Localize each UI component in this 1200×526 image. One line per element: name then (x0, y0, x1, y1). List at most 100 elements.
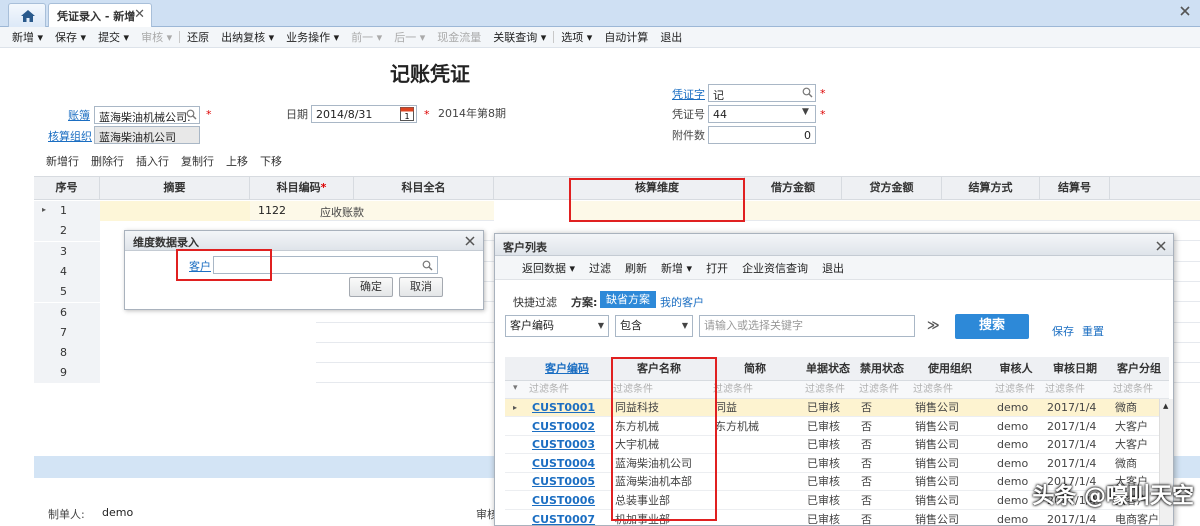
scheme-mine-link[interactable]: 我的客户 (660, 294, 704, 310)
voucher-word-label[interactable]: 凭证字 (672, 86, 705, 102)
column-filter-input[interactable]: 过滤条件 (1109, 381, 1169, 399)
reset-link[interactable]: 重置 (1082, 323, 1104, 339)
required-mark: * (820, 108, 826, 121)
grid-header-label: 科目全名 (401, 181, 446, 194)
column-filter-input[interactable]: 过滤条件 (525, 381, 609, 399)
filter-keyword-input[interactable]: 请输入或选择关键字 (699, 315, 915, 337)
column-filter-input[interactable]: 过滤条件 (1041, 381, 1109, 399)
filter-icon[interactable]: ▾ (513, 383, 518, 393)
entry-toolbar-item[interactable]: 复制行 (175, 153, 220, 169)
customer-toolbar-item[interactable]: 退出 (815, 260, 851, 276)
column-filter-input[interactable]: 过滤条件 (909, 381, 991, 399)
main-toolbar: 新增 ▾ 保存 ▾ 提交 ▾ 审核 ▾ 还原 出纳复核 ▾ 业务操作 ▾ 前一 ▾ 后一 ▾ 现金… (0, 27, 1200, 48)
grid-header-label: 借方金额 (771, 181, 815, 194)
customer-cell-short (715, 492, 807, 510)
voucher-word-input[interactable]: 记 (708, 84, 816, 102)
customer-row[interactable]: CUST0004 蓝海柴油机公司 已审核否销售公司 demo 2017/1/4 微商 (505, 455, 1169, 473)
filter-field-select[interactable]: 客户编码 ▼ (505, 315, 609, 337)
save-link[interactable]: 保存 (1052, 323, 1074, 339)
toolbar-item[interactable]: 保存 ▾ (49, 29, 92, 45)
toolbar-item[interactable]: 退出 (654, 29, 688, 45)
toolbar-item[interactable]: 提交 ▾ (92, 29, 135, 45)
toolbar-item[interactable]: 业务操作 ▾ (280, 29, 345, 45)
voucher-no-input[interactable]: 44 (708, 105, 816, 123)
chevron-down-icon[interactable]: ▼ (802, 107, 809, 117)
column-filter-input[interactable]: 过滤条件 (709, 381, 801, 399)
row-number: 5 (34, 282, 100, 303)
summary-cell[interactable] (100, 343, 316, 364)
customer-col-header[interactable]: 客户编码 (525, 357, 609, 381)
customer-toolbar-item[interactable]: 企业资信查询 (735, 260, 815, 276)
ok-button[interactable]: 确定 (349, 277, 393, 297)
summary-cell[interactable] (100, 201, 250, 221)
close-icon[interactable]: ✕ (134, 7, 145, 22)
maker-value: demo (102, 506, 134, 519)
customer-toolbar-item[interactable]: 过滤 (582, 260, 618, 276)
toolbar-item[interactable]: 还原 (181, 29, 215, 45)
customer-cell-date: 2017/1/4 (1047, 401, 1097, 414)
customer-cell-short: 同益 (715, 401, 737, 414)
customer-cell-code[interactable]: CUST0005 (532, 473, 616, 491)
toolbar-item[interactable]: 出纳复核 ▾ (215, 29, 280, 45)
customer-cell-org: 销售公司 (915, 456, 959, 470)
column-filter-input[interactable]: 过滤条件 (855, 381, 909, 399)
search-icon[interactable] (186, 109, 197, 120)
home-tab[interactable] (8, 3, 46, 27)
search-button[interactable]: 搜索 (955, 314, 1029, 339)
summary-cell[interactable] (100, 322, 316, 343)
customer-cell-code[interactable]: CUST0007 (532, 511, 616, 525)
entry-toolbar-item[interactable]: 插入行 (130, 153, 175, 169)
entry-toolbar-item[interactable]: 上移 (220, 153, 254, 169)
date-value: 2014/8/31 (316, 108, 373, 121)
scheme-default-button[interactable]: 缺省方案 (600, 291, 656, 308)
toolbar-item[interactable]: 新增 ▾ (6, 29, 49, 45)
customer-row[interactable]: CUST0003 大宇机械 已审核否销售公司 demo 2017/1/4 大客户 (505, 436, 1169, 455)
calendar-icon[interactable]: 1 (400, 106, 414, 121)
account-code-cell[interactable]: 1122 (258, 204, 286, 217)
customer-toolbar-item[interactable]: 返回数据 ▾ (515, 260, 582, 276)
entry-toolbar-item[interactable]: 下移 (254, 153, 288, 169)
org-label[interactable]: 核算组织 (48, 128, 92, 144)
close-window-icon[interactable] (1178, 4, 1192, 18)
tab-voucher-entry[interactable]: 凭证录入 - 新增 ✕ (48, 3, 152, 28)
close-icon[interactable] (1156, 241, 1166, 251)
customer-cell-code[interactable]: CUST0001 (532, 399, 616, 417)
customer-row[interactable]: CUST0007 机加事业部 已审核否销售公司 demo 2017/1/4 电商客户 (505, 511, 1169, 526)
customer-cell-code[interactable]: CUST0002 (532, 418, 616, 436)
customer-cell-code[interactable]: CUST0006 (532, 492, 616, 510)
toolbar-item[interactable]: 选项 ▾ (555, 29, 598, 45)
scroll-up-icon[interactable]: ▲ (1163, 402, 1168, 410)
close-icon[interactable] (465, 236, 475, 246)
column-filter-input[interactable]: 过滤条件 (801, 381, 855, 399)
row-number: 8 (34, 343, 100, 364)
customer-toolbar-item[interactable]: 刷新 (618, 260, 654, 276)
customer-cell-code[interactable]: CUST0003 (532, 436, 616, 454)
toolbar-item: 审核 ▾ (141, 31, 173, 44)
book-label[interactable]: 账簿 (68, 107, 90, 123)
customer-toolbar-item[interactable]: 打开 (699, 260, 735, 276)
cancel-button[interactable]: 取消 (399, 277, 443, 297)
toolbar-item[interactable]: 关联查询 ▾ (487, 29, 552, 45)
toolbar-item[interactable]: 自动计算 (598, 29, 654, 45)
row-number: 6 (34, 302, 100, 323)
customer-col-header: 禁用状态 (860, 362, 904, 375)
customer-row[interactable]: CUST0002 东方机械 东方机械 已审核否销售公司 demo 2017/1/4 大客户 (505, 418, 1169, 436)
grid-header-label: 摘要 (163, 181, 186, 194)
filter-op-value: 包含 (620, 319, 642, 332)
entry-toolbar-item[interactable]: 新增行 (40, 153, 85, 169)
search-icon[interactable] (802, 87, 813, 98)
filter-op-select[interactable]: 包含 ▼ (615, 315, 693, 337)
customer-cell-code[interactable]: CUST0004 (532, 455, 616, 473)
customer-row[interactable]: ▸ CUST0001 同益科技 同益 已审核否销售公司 demo 2017/1/4 微商 (505, 399, 1169, 417)
summary-cell[interactable] (100, 363, 316, 384)
expand-icon[interactable]: ≫ (927, 318, 940, 332)
entry-toolbar-item[interactable]: 删除行 (85, 153, 130, 169)
customer-cell-org: 销售公司 (915, 419, 959, 433)
dimension-cell[interactable] (494, 201, 570, 221)
customer-cell-status: 已审核 (807, 512, 840, 526)
attach-input[interactable]: 0 (708, 126, 816, 144)
book-input[interactable]: 蓝海柴油机械公司: (94, 106, 200, 124)
search-icon[interactable] (422, 260, 433, 271)
column-filter-input[interactable]: 过滤条件 (991, 381, 1041, 399)
customer-toolbar-item[interactable]: 新增 ▾ (654, 260, 699, 276)
